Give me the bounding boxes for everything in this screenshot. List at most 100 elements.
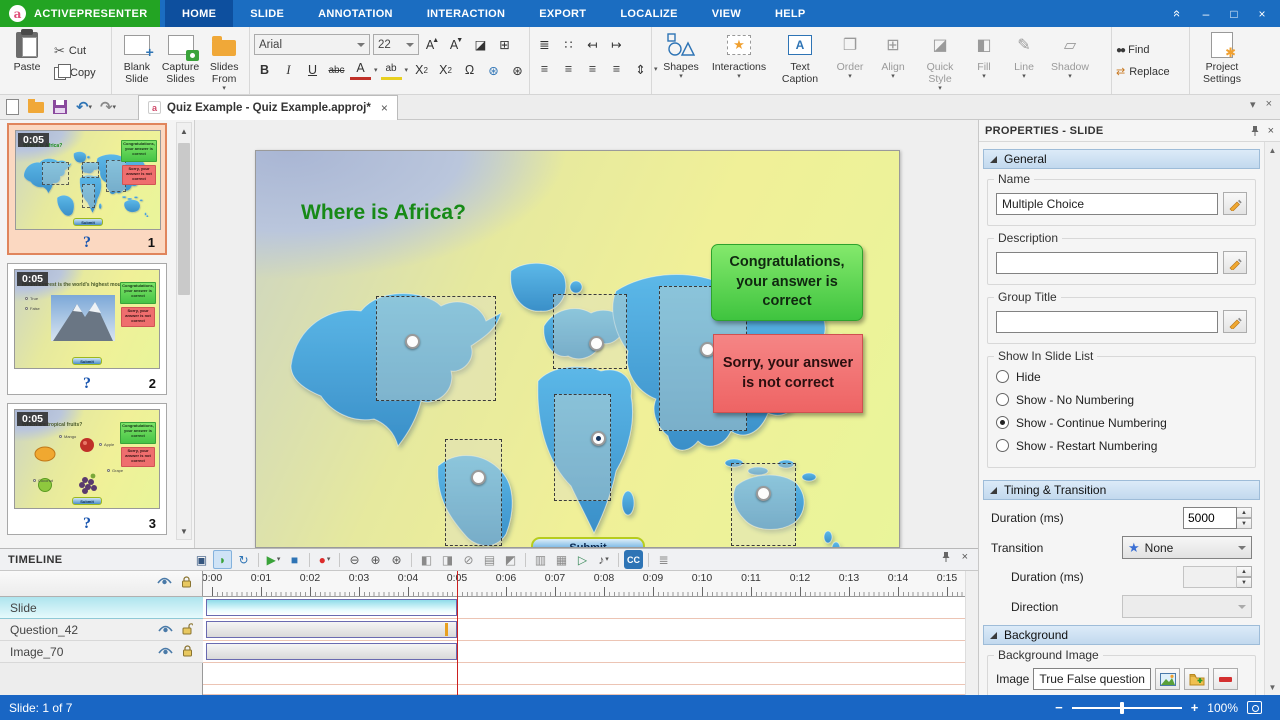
duration-spinner[interactable]: ▲▼ <box>1183 507 1252 529</box>
slide-editor[interactable]: Where is Africa? Congratulations, your a… <box>255 150 900 548</box>
correct-feedback[interactable]: Congratulations, your answer is correct <box>711 244 863 321</box>
panel-close-icon[interactable]: × <box>1268 125 1274 137</box>
play-icon[interactable]: ▶▾ <box>264 550 283 569</box>
undo-icon[interactable]: ↶▾ <box>72 96 96 118</box>
font-size-select[interactable]: 22 <box>373 34 419 55</box>
shapes-button[interactable]: Shapes ▾ <box>656 30 706 92</box>
properties-scrollbar[interactable]: ▲ ▼ <box>1264 142 1280 695</box>
panel-close-icon[interactable]: × <box>962 551 968 563</box>
collapse-ribbon-icon[interactable]: « <box>1166 3 1190 25</box>
tab-close-icon[interactable]: × <box>381 101 388 115</box>
superscript-button[interactable]: X2 <box>435 60 456 80</box>
zoom-out-icon[interactable]: ⊖ <box>345 550 364 569</box>
zoom-time-icon[interactable]: ⊛ <box>387 550 406 569</box>
slide-thumbnail-1[interactable]: 0:05 Where is Africa? Congratulations, y… <box>7 123 167 255</box>
dock-close-icon[interactable]: × <box>1266 98 1272 111</box>
edit-group-title-button[interactable] <box>1223 310 1247 333</box>
submit-button[interactable]: Submit <box>531 537 645 548</box>
description-input[interactable] <box>996 252 1218 274</box>
radio-option[interactable]: Show - Restart Numbering <box>996 434 1247 457</box>
text-caption-button[interactable]: A Text Caption <box>772 30 828 92</box>
quick-style-button[interactable]: ◪ Quick Style ▾ <box>916 30 964 92</box>
lock-icon[interactable] <box>182 645 193 658</box>
question-timebar[interactable] <box>206 621 457 638</box>
zoom-slider[interactable] <box>1072 707 1182 709</box>
fit-to-window-icon[interactable] <box>1247 701 1262 714</box>
align-right-icon[interactable]: ≡ <box>582 59 603 79</box>
interactions-button[interactable]: ★ Interactions ▾ <box>708 30 770 92</box>
eraser-icon[interactable]: ◪ <box>470 35 491 55</box>
equalizer-icon[interactable]: ≣ <box>654 550 673 569</box>
subscript-button[interactable]: X2 <box>411 60 432 80</box>
open-icon[interactable] <box>24 96 48 118</box>
font-family-select[interactable]: Arial <box>254 34 370 55</box>
radio-option[interactable]: Show - Continue Numbering <box>996 411 1247 434</box>
hyperlink-icon[interactable]: ⊛ <box>483 60 504 80</box>
radio-option[interactable]: Hide <box>996 365 1247 388</box>
justify-icon[interactable]: ≡ <box>606 59 627 79</box>
transition-select[interactable]: ★ None <box>1122 536 1252 559</box>
menu-item-home[interactable]: HOME <box>165 0 233 27</box>
section-general[interactable]: General <box>983 149 1260 169</box>
radio-icon[interactable] <box>996 393 1009 406</box>
track-image-70[interactable]: Image_70 <box>0 641 203 663</box>
copy-button[interactable]: Copy <box>54 67 96 80</box>
incorrect-feedback[interactable]: Sorry, your answer is not correct <box>713 334 863 413</box>
table-format-icon[interactable]: ⊞ <box>494 35 515 55</box>
chevron-down-icon[interactable]: ▾ <box>374 68 378 73</box>
bullet-list-icon[interactable]: ∷ <box>558 34 579 54</box>
insert-time-icon[interactable]: ◧ <box>417 550 436 569</box>
radio-africa[interactable] <box>591 431 606 446</box>
image-input[interactable] <box>1033 668 1151 690</box>
italic-button[interactable]: I <box>278 60 299 80</box>
scroll-up-icon[interactable]: ▲ <box>1266 143 1279 157</box>
duration-input[interactable] <box>1183 507 1237 529</box>
slides-from-button[interactable]: Slides From ▾ <box>203 30 245 92</box>
radio-australia[interactable] <box>756 486 771 501</box>
strikethrough-button[interactable]: abc <box>326 60 347 80</box>
paste-button[interactable]: Paste <box>4 30 50 92</box>
align-left-icon[interactable]: ≡ <box>534 59 555 79</box>
menu-item-annotation[interactable]: ANNOTATION <box>301 0 410 27</box>
menu-item-interaction[interactable]: INTERACTION <box>410 0 522 27</box>
save-icon[interactable] <box>48 96 72 118</box>
shadow-button[interactable]: ▱ Shadow ▾ <box>1046 30 1094 92</box>
pause-marker[interactable] <box>445 623 448 636</box>
project-settings-button[interactable]: ✱ Project Settings <box>1194 30 1250 92</box>
replace-button[interactable]: ⇄ Replace <box>1116 65 1170 78</box>
menu-item-export[interactable]: EXPORT <box>522 0 603 27</box>
spin-up-icon[interactable]: ▲ <box>1237 507 1252 518</box>
show-all-eye-icon[interactable] <box>157 576 172 587</box>
pin-icon[interactable] <box>1250 125 1260 137</box>
zoom-slider-thumb[interactable] <box>1120 702 1124 714</box>
zoom-selection-icon[interactable]: ⊕ <box>366 550 385 569</box>
decrease-indent-icon[interactable]: ↤ <box>582 34 603 54</box>
frame-icon[interactable]: ▤ <box>480 550 499 569</box>
record-icon[interactable]: ●▾ <box>315 550 334 569</box>
edit-description-button[interactable] <box>1223 251 1247 274</box>
find-button[interactable]: ●● Find <box>1116 44 1170 56</box>
hotspot-australia[interactable] <box>731 463 796 546</box>
slide-timebar[interactable] <box>206 599 457 616</box>
playhead[interactable] <box>457 571 458 695</box>
hotspot-south-america[interactable] <box>445 439 502 546</box>
track-slide[interactable]: Slide <box>0 597 203 619</box>
hotspot-europe[interactable] <box>553 294 627 369</box>
capture-slides-button[interactable]: Capture Slides <box>160 30 202 92</box>
audio-icon[interactable]: ♪▾ <box>594 550 613 569</box>
remove-image-button[interactable] <box>1213 668 1238 690</box>
closed-caption-icon[interactable]: CC <box>624 550 643 569</box>
menu-item-help[interactable]: HELP <box>758 0 823 27</box>
increase-indent-icon[interactable]: ↦ <box>606 34 627 54</box>
line-button[interactable]: ✎ Line ▾ <box>1004 30 1044 92</box>
import-image-button[interactable] <box>1184 668 1209 690</box>
grow-font-button[interactable]: A▲ <box>422 35 443 55</box>
menu-item-view[interactable]: VIEW <box>695 0 758 27</box>
split-icon[interactable]: ◨ <box>438 550 457 569</box>
minimize-icon[interactable]: – <box>1194 3 1218 25</box>
radio-north-america[interactable] <box>405 334 420 349</box>
track-question-42[interactable]: Question_42 <box>0 619 203 641</box>
close-icon[interactable]: × <box>1250 3 1274 25</box>
radio-icon[interactable] <box>996 416 1009 429</box>
timeline-scrollbar[interactable] <box>965 571 978 695</box>
